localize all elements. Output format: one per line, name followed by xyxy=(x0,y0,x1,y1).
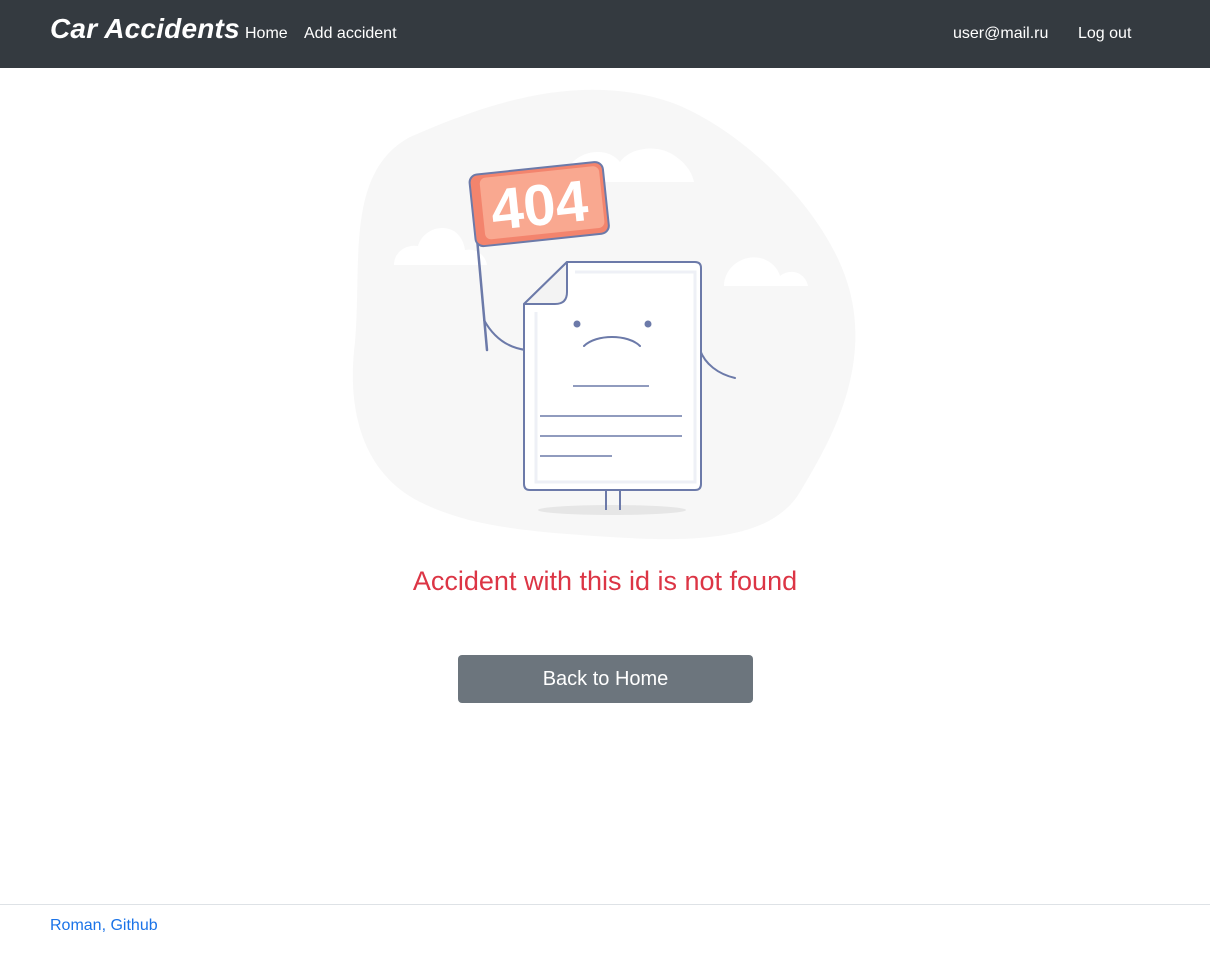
not-found-illustration: 404 xyxy=(350,82,860,542)
nav-link-home[interactable]: Home xyxy=(245,25,288,43)
ground-shadow xyxy=(538,505,686,515)
left-eye xyxy=(573,320,581,328)
flag-text: 404 xyxy=(488,168,591,243)
back-to-home-button[interactable]: Back to Home xyxy=(458,655,753,703)
navbar: Car Accidents Home Add accident user@mai… xyxy=(0,0,1210,68)
right-eye xyxy=(644,320,652,328)
brand-logo[interactable]: Car Accidents xyxy=(50,13,240,45)
footer: Roman, Github xyxy=(0,904,1210,953)
logout-link[interactable]: Log out xyxy=(1078,25,1131,43)
flag-icon: 404 xyxy=(468,161,610,248)
nav-link-add-accident[interactable]: Add accident xyxy=(304,25,397,43)
nav-user-email[interactable]: user@mail.ru xyxy=(953,25,1048,43)
error-message: Accident with this id is not found xyxy=(412,566,798,596)
footer-github-link[interactable]: Roman, Github xyxy=(50,917,158,935)
